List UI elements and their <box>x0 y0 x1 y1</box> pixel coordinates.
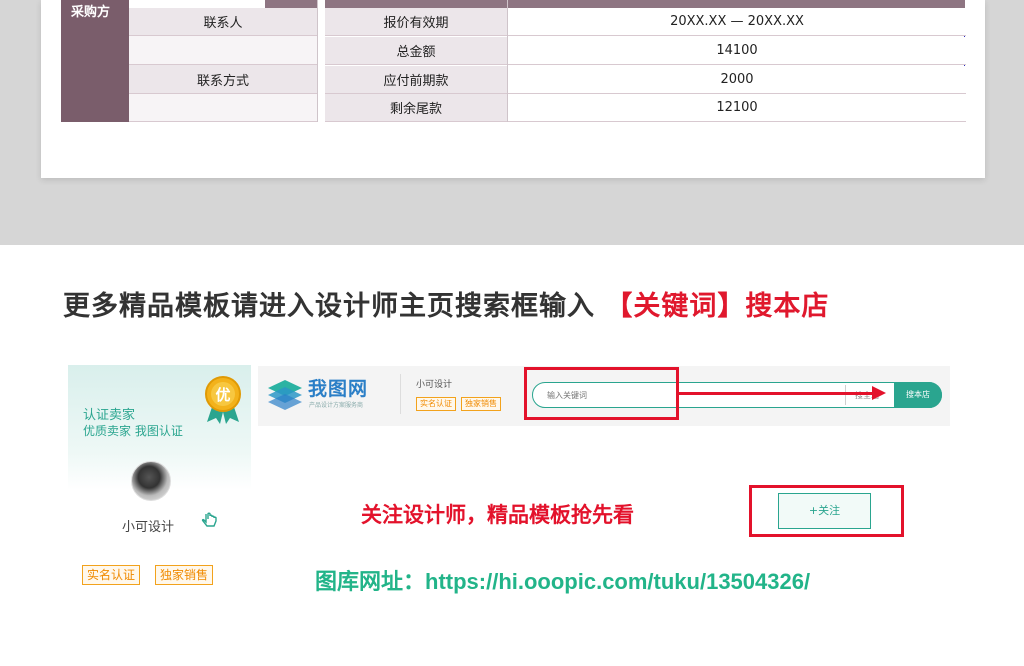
gallery-url-text[interactable]: 图库网址：https://hi.ooopic.com/tuku/13504326… <box>315 564 810 596</box>
certified-seller-subtitle: 优质卖家 我图认证 <box>83 424 183 438</box>
field-total-value: 14100 <box>508 37 966 65</box>
buyer-column: 采购方 <box>61 0 129 122</box>
field-label-column: 报价有效期 总金额 应付前期款 剩余尾款 <box>325 0 507 122</box>
contact-method-label: 联系方式 <box>129 65 317 94</box>
field-validity-value: 20XX.XX — 20XX.XX <box>508 8 966 36</box>
designer-name[interactable]: 小可设计 <box>122 516 174 535</box>
field-balance-label: 剩余尾款 <box>325 94 507 122</box>
exclusive-sale-tag: 独家销售 <box>155 565 214 585</box>
shop-name[interactable]: 小可设计 <box>416 377 452 390</box>
designer-avatar[interactable] <box>131 461 171 501</box>
medal-label: 优 <box>215 386 230 404</box>
buyer-label: 采购方 <box>71 5 111 20</box>
logo-subtitle: 产品设计方案服务商 <box>309 402 364 409</box>
promo-headline-keyword: 【关键词】搜本店 <box>605 291 830 322</box>
shop-real-name-tag: 实名认证 <box>416 397 456 411</box>
contact-method-value <box>129 94 317 122</box>
certified-seller-title: 认证卖家 <box>83 408 136 423</box>
follow-promo-text: 关注设计师，精品模板抢先看 <box>361 503 634 527</box>
promo-headline-text: 更多精品模板请进入设计师主页搜索框输入 <box>63 291 595 322</box>
highlight-arrow-line <box>679 392 875 395</box>
search-highlight-frame <box>524 367 679 420</box>
search-divider <box>845 385 846 405</box>
highlight-arrow-head <box>872 386 886 400</box>
field-deposit-value: 2000 <box>508 66 966 94</box>
ooopic-logo-icon[interactable] <box>266 378 304 410</box>
contact-label-column: 联系人 联系方式 <box>129 0 317 122</box>
search-shop-button[interactable]: 搜本店 <box>894 382 942 408</box>
field-deposit-label: 应付前期款 <box>325 66 507 94</box>
hand-pointer-icon <box>201 512 217 527</box>
logo-text[interactable]: 我图网 <box>308 374 368 401</box>
table-gap <box>317 0 325 122</box>
follow-button[interactable]: +关注 <box>778 493 871 529</box>
contact-person-value <box>129 36 317 65</box>
field-validity-label: 报价有效期 <box>325 8 507 36</box>
contact-person-label: 联系人 <box>129 8 317 36</box>
medal-icon: 优 <box>205 376 241 424</box>
promo-headline: 更多精品模板请进入设计师主页搜索框输入 【关键词】搜本店 <box>63 284 829 323</box>
field-balance-value: 12100 <box>508 94 966 122</box>
field-total-label: 总金额 <box>325 37 507 65</box>
real-name-verified-tag: 实名认证 <box>82 565 141 585</box>
quote-table: 采购方 联系人 联系方式 报价有效期 总金额 应付前期款 剩余尾款 20XX.X… <box>61 0 966 122</box>
header-divider <box>400 374 401 414</box>
shop-exclusive-tag: 独家销售 <box>461 397 501 411</box>
field-value-column: 20XX.XX — 20XX.XX 14100 2000 12100 <box>507 0 966 122</box>
